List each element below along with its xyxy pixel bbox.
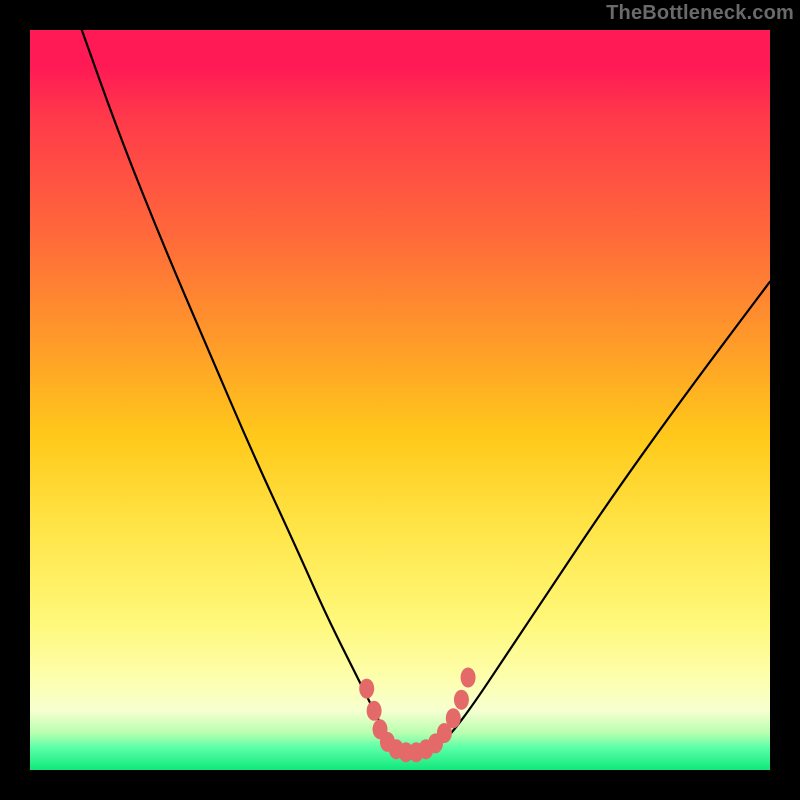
plot-area bbox=[30, 30, 770, 770]
bottleneck-chart bbox=[30, 30, 770, 770]
curve-marker bbox=[367, 701, 382, 721]
curve-marker bbox=[461, 668, 476, 688]
bottleneck-curve-line bbox=[82, 30, 770, 755]
watermark-label: TheBottleneck.com bbox=[606, 2, 794, 25]
curve-marker bbox=[359, 679, 374, 699]
curve-marker bbox=[454, 690, 469, 710]
app-frame: TheBottleneck.com bbox=[0, 0, 800, 800]
marker-cluster bbox=[359, 668, 475, 763]
curve-marker bbox=[446, 708, 461, 728]
